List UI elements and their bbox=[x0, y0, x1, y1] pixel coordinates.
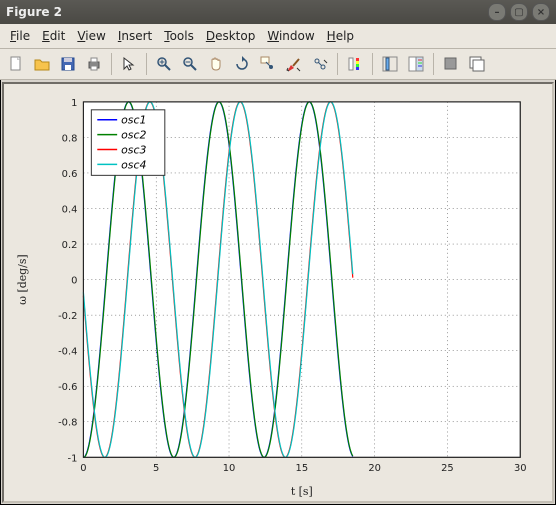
menu-file[interactable]: File bbox=[4, 27, 36, 45]
menu-edit[interactable]: Edit bbox=[36, 27, 71, 45]
toolbar bbox=[0, 49, 556, 80]
menu-insert[interactable]: Insert bbox=[112, 27, 158, 45]
ytick: 0.8 bbox=[62, 133, 78, 144]
xtick: 15 bbox=[296, 463, 309, 474]
panel-icon[interactable] bbox=[404, 52, 428, 76]
ytick: -0.6 bbox=[58, 382, 77, 393]
pointer-icon[interactable] bbox=[117, 52, 141, 76]
hide-icon[interactable] bbox=[439, 52, 463, 76]
rotate-icon[interactable] bbox=[230, 52, 254, 76]
legend-entry: osc4 bbox=[121, 158, 146, 171]
ylabel: ω [deg/s] bbox=[16, 254, 29, 305]
xtick: 5 bbox=[153, 463, 159, 474]
legend-entry: osc3 bbox=[121, 144, 146, 157]
maximize-button[interactable]: ▢ bbox=[510, 3, 528, 21]
zoom-in-icon[interactable] bbox=[152, 52, 176, 76]
zoom-out-icon[interactable] bbox=[178, 52, 202, 76]
ytick: -1 bbox=[68, 453, 78, 464]
legend-entry: osc1 bbox=[121, 114, 146, 127]
menu-tools[interactable]: Tools bbox=[158, 27, 200, 45]
ytick: 0.2 bbox=[62, 240, 78, 251]
menu-view[interactable]: View bbox=[71, 27, 111, 45]
xtick: 10 bbox=[223, 463, 236, 474]
xtick: 25 bbox=[441, 463, 454, 474]
data-cursor-icon[interactable] bbox=[256, 52, 280, 76]
close-button[interactable]: × bbox=[532, 3, 550, 21]
ytick: -0.2 bbox=[58, 311, 77, 322]
legend-icon[interactable] bbox=[378, 52, 402, 76]
pan-icon[interactable] bbox=[204, 52, 228, 76]
legend-entry: osc2 bbox=[121, 129, 146, 142]
titlebar: Figure 2 – ▢ × bbox=[0, 0, 556, 24]
window-title: Figure 2 bbox=[6, 5, 484, 19]
colorbar-icon[interactable] bbox=[343, 52, 367, 76]
figure-area: 0 5 10 15 20 25 30 -1 -0.8 -0.6 -0.4 -0.2 0 0.2 0.4 0.6… bbox=[2, 82, 554, 503]
xtick: 0 bbox=[80, 463, 86, 474]
xlabel: t [s] bbox=[291, 485, 313, 498]
ytick: 0 bbox=[71, 276, 77, 287]
ytick: -0.8 bbox=[58, 418, 77, 429]
ytick: 0.4 bbox=[62, 204, 78, 215]
xtick: 30 bbox=[514, 463, 527, 474]
link-icon[interactable] bbox=[308, 52, 332, 76]
brush-icon[interactable] bbox=[282, 52, 306, 76]
save-icon[interactable] bbox=[56, 52, 80, 76]
ytick: -0.4 bbox=[58, 347, 77, 358]
print-icon[interactable] bbox=[82, 52, 106, 76]
menubar: FileEditViewInsertToolsDesktopWindowHelp bbox=[0, 24, 556, 49]
minimize-button[interactable]: – bbox=[488, 3, 506, 21]
open-icon[interactable] bbox=[30, 52, 54, 76]
menu-help[interactable]: Help bbox=[321, 27, 360, 45]
ytick: 0.6 bbox=[62, 169, 78, 180]
axes: 0 5 10 15 20 25 30 -1 -0.8 -0.6 -0.4 -0.2 0 0.2 0.4 0.6… bbox=[4, 84, 552, 501]
xtick: 20 bbox=[368, 463, 381, 474]
new-figure-icon[interactable] bbox=[4, 52, 28, 76]
ytick: 1 bbox=[71, 98, 77, 109]
show-icon[interactable] bbox=[465, 52, 489, 76]
menu-desktop[interactable]: Desktop bbox=[200, 27, 262, 45]
menu-window[interactable]: Window bbox=[261, 27, 320, 45]
figure-window: Figure 2 – ▢ × FileEditViewInsertToolsDe… bbox=[0, 0, 556, 505]
